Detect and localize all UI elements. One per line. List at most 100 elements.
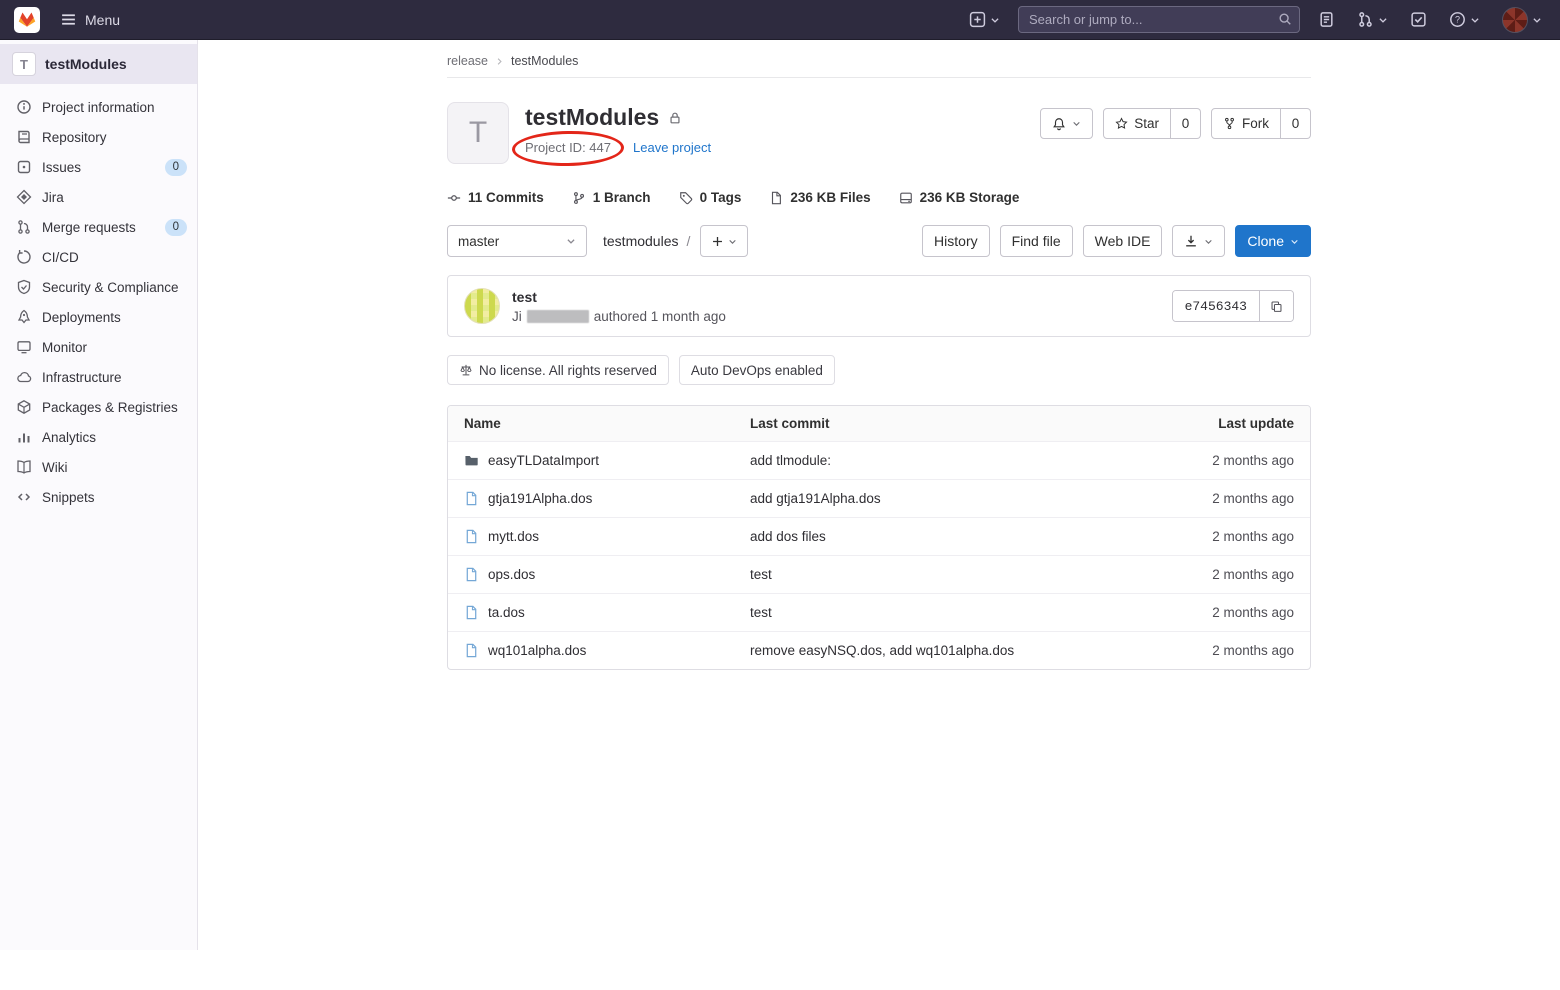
copy-sha-button[interactable] <box>1259 291 1293 321</box>
path-root[interactable]: testmodules <box>603 233 678 249</box>
sidebar-project-header[interactable]: T testModules <box>0 44 197 84</box>
commit-message-link[interactable]: remove easyNSQ.dos, add wq101alpha.dos <box>750 643 1124 658</box>
commit-sha-group: e7456343 <box>1172 290 1294 322</box>
project-header-actions: Star 0 Fork 0 <box>1040 108 1311 164</box>
chevron-down-icon <box>728 237 737 246</box>
file-name-link[interactable]: gtja191Alpha.dos <box>464 491 750 506</box>
stat-tags[interactable]: 0 Tags <box>679 190 742 205</box>
chevron-down-icon <box>1204 237 1213 246</box>
merge-request-icon <box>1357 11 1374 28</box>
clone-button[interactable]: Clone <box>1235 225 1311 257</box>
star-count[interactable]: 0 <box>1171 108 1201 139</box>
table-row: easyTLDataImport add tlmodule: 2 months … <box>448 441 1310 479</box>
page-title: testModules <box>525 104 659 131</box>
breadcrumb-project[interactable]: testModules <box>511 54 578 68</box>
stat-files[interactable]: 236 KB Files <box>769 190 870 205</box>
sidebar-item-cicd[interactable]: CI/CD <box>0 242 197 272</box>
stat-branches[interactable]: 1 Branch <box>572 190 651 205</box>
sidebar-item-label: Project information <box>42 100 155 115</box>
star-group: Star 0 <box>1103 108 1201 139</box>
issues-icon <box>16 159 32 175</box>
branch-selector[interactable]: master <box>447 225 587 257</box>
info-icon <box>16 99 32 115</box>
stat-storage[interactable]: 236 KB Storage <box>899 190 1020 205</box>
last-update-cell: 2 months ago <box>1124 529 1294 544</box>
commit-message-link[interactable]: add gtja191Alpha.dos <box>750 491 1124 506</box>
svg-text:?: ? <box>1455 15 1460 25</box>
fork-icon <box>1223 117 1236 130</box>
issues-button[interactable] <box>1314 7 1339 32</box>
commit-message-link[interactable]: add tlmodule: <box>750 453 1124 468</box>
file-name-link[interactable]: wq101alpha.dos <box>464 643 750 658</box>
help-button[interactable]: ? <box>1445 7 1484 32</box>
leave-project-link[interactable]: Leave project <box>633 140 711 155</box>
sidebar-item-snippets[interactable]: Snippets <box>0 482 197 512</box>
stat-commits[interactable]: 11 Commits <box>447 190 544 205</box>
file-name-link[interactable]: easyTLDataImport <box>464 453 750 468</box>
sidebar-item-security-compliance[interactable]: Security & Compliance <box>0 272 197 302</box>
tree-controls: master testmodules / History Find file <box>447 225 1311 257</box>
auto-devops-badge[interactable]: Auto DevOps enabled <box>679 355 835 385</box>
file-name-link[interactable]: ops.dos <box>464 567 750 582</box>
file-name-link[interactable]: mytt.dos <box>464 529 750 544</box>
chevron-down-icon <box>1290 237 1299 246</box>
monitor-icon <box>16 339 32 355</box>
sidebar-item-wiki[interactable]: Wiki <box>0 452 197 482</box>
breadcrumb-group[interactable]: release <box>447 54 488 68</box>
search-input[interactable] <box>1018 6 1300 33</box>
menu-label: Menu <box>85 12 120 28</box>
scale-icon <box>459 363 473 377</box>
todos-button[interactable] <box>1406 7 1431 32</box>
last-update-cell: 2 months ago <box>1124 605 1294 620</box>
table-row: ta.dos test 2 months ago <box>448 593 1310 631</box>
menu-button[interactable]: Menu <box>54 5 126 35</box>
last-commit-panel: test Ji authored 1 month ago e7456343 <box>447 275 1311 337</box>
last-update-cell: 2 months ago <box>1124 567 1294 582</box>
commit-message-link[interactable]: test <box>512 289 726 305</box>
bell-icon <box>1052 117 1066 131</box>
history-button[interactable]: History <box>922 225 990 257</box>
sidebar-item-issues[interactable]: Issues 0 <box>0 152 197 182</box>
commit-author-avatar[interactable] <box>464 288 500 324</box>
chevron-down-icon <box>1470 15 1480 25</box>
find-file-button[interactable]: Find file <box>1000 225 1073 257</box>
merge-requests-button[interactable] <box>1353 7 1392 32</box>
notifications-button[interactable] <box>1040 108 1093 139</box>
rocket-icon <box>16 309 32 325</box>
path-breadcrumb: testmodules / <box>603 233 690 249</box>
star-icon <box>1115 117 1128 130</box>
sidebar-item-infrastructure[interactable]: Infrastructure <box>0 362 197 392</box>
column-header-name: Name <box>464 416 750 431</box>
new-menu-button[interactable] <box>965 7 1004 32</box>
sidebar-item-label: Monitor <box>42 340 87 355</box>
file-name-link[interactable]: ta.dos <box>464 605 750 620</box>
top-navbar: Menu <box>0 0 1560 40</box>
download-button[interactable] <box>1172 225 1225 257</box>
chevron-down-icon <box>1072 119 1081 128</box>
sidebar-item-monitor[interactable]: Monitor <box>0 332 197 362</box>
sidebar-item-jira[interactable]: Jira <box>0 182 197 212</box>
sidebar-item-repository[interactable]: Repository <box>0 122 197 152</box>
fork-count[interactable]: 0 <box>1281 108 1311 139</box>
license-button[interactable]: No license. All rights reserved <box>447 355 669 385</box>
commit-message-link[interactable]: add dos files <box>750 529 1124 544</box>
storage-disk-icon <box>899 191 913 205</box>
user-menu-button[interactable] <box>1498 3 1546 37</box>
topbar-left: Menu <box>14 5 126 35</box>
sidebar-item-analytics[interactable]: Analytics <box>0 422 197 452</box>
file-icon <box>464 567 479 582</box>
web-ide-button[interactable]: Web IDE <box>1083 225 1163 257</box>
sidebar-item-merge-requests[interactable]: Merge requests 0 <box>0 212 197 242</box>
sidebar-item-project-information[interactable]: Project information <box>0 92 197 122</box>
sidebar-item-packages-registries[interactable]: Packages & Registries <box>0 392 197 422</box>
sidebar-item-label: Repository <box>42 130 107 145</box>
sidebar-item-deployments[interactable]: Deployments <box>0 302 197 332</box>
add-file-button[interactable] <box>700 225 748 257</box>
star-button[interactable]: Star <box>1103 108 1171 139</box>
commit-message-link[interactable]: test <box>750 605 1124 620</box>
fork-button[interactable]: Fork <box>1211 108 1281 139</box>
commit-message-link[interactable]: test <box>750 567 1124 582</box>
file-tree-table: Name Last commit Last update easyTLDataI… <box>447 405 1311 670</box>
package-icon <box>16 399 32 415</box>
gitlab-logo[interactable] <box>14 7 40 33</box>
